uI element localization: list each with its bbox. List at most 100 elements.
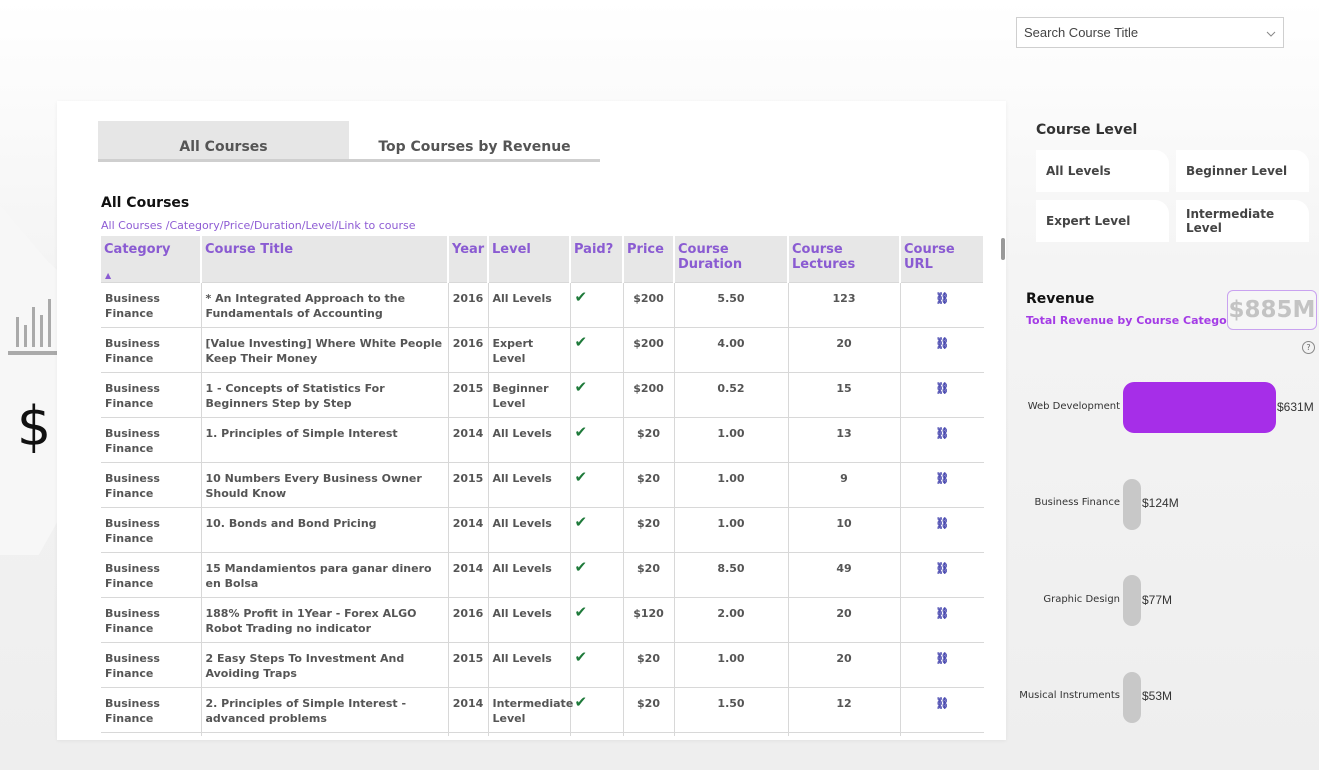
cell-level: All Levels <box>488 642 571 688</box>
column-header-price[interactable]: Price <box>623 236 675 283</box>
cell-category: Business Finance <box>101 732 202 736</box>
column-header-year[interactable]: Year <box>448 236 489 283</box>
column-header-course-title[interactable]: Course Title <box>201 236 449 283</box>
cell-duration: 1.00 <box>674 642 789 688</box>
courses-table-container[interactable]: Category ▲ Course Title Year Level Paid? … <box>101 236 984 736</box>
table-scrollbar[interactable] <box>1001 238 1005 260</box>
cell-level: All Levels <box>488 282 571 328</box>
link-icon[interactable]: ⛓ <box>935 697 949 710</box>
column-header-course-lectures[interactable]: Course Lectures <box>788 236 901 283</box>
cell-year: 2015 <box>448 642 489 688</box>
cell-course-url[interactable]: ⛓ <box>900 597 984 643</box>
cell-level: Beginner Level <box>488 372 571 418</box>
link-icon[interactable]: ⛓ <box>935 517 949 530</box>
link-icon[interactable]: ⛓ <box>935 292 949 305</box>
table-row[interactable]: Business Finance 2. Principles of Simple … <box>101 687 984 733</box>
cell-course-url[interactable]: ⛓ <box>900 552 984 598</box>
revenue-bar[interactable] <box>1123 478 1141 530</box>
link-icon[interactable]: ⛓ <box>935 427 949 440</box>
cell-lectures: 12 <box>788 687 901 733</box>
bar-value-label: $124M <box>1142 496 1179 510</box>
column-header-category[interactable]: Category ▲ <box>101 236 202 283</box>
cell-level: Intermediate Level <box>488 687 573 733</box>
link-icon[interactable]: ⛓ <box>935 562 949 575</box>
cell-year: 2016 <box>448 327 489 373</box>
table-row[interactable]: Business Finance [Value Investing] Where … <box>101 327 984 373</box>
checkmark-icon: ✔ <box>574 423 588 441</box>
revenue-bar[interactable] <box>1123 575 1141 626</box>
link-icon[interactable]: ⛓ <box>935 472 949 485</box>
tab-all-courses[interactable]: All Courses <box>98 121 349 159</box>
cell-paid: ✔ <box>570 327 624 373</box>
tab-bar: All Courses Top Courses by Revenue <box>98 121 600 162</box>
column-header-course-duration[interactable]: Course Duration <box>674 236 789 283</box>
cell-course-url[interactable]: ⛓ <box>900 687 984 733</box>
cell-course-url[interactable]: ⛓ <box>900 732 984 736</box>
column-header-course-url[interactable]: Course URL <box>900 236 984 283</box>
cell-level: All Levels <box>488 597 571 643</box>
tab-top-courses-by-revenue[interactable]: Top Courses by Revenue <box>349 121 600 159</box>
checkmark-icon: ✔ <box>574 558 588 576</box>
level-option-intermediate-level[interactable]: Intermediate Level <box>1176 200 1309 242</box>
cell-category: Business Finance <box>101 597 202 643</box>
cell-course-url[interactable]: ⛓ <box>900 507 984 553</box>
cell-category: Business Finance <box>101 552 202 598</box>
help-icon[interactable]: ? <box>1302 341 1315 354</box>
cell-year: 2016 <box>448 597 489 643</box>
table-header-row: Category ▲ Course Title Year Level Paid? … <box>101 236 984 283</box>
cell-course-url[interactable]: ⛓ <box>900 462 984 508</box>
dollar-icon[interactable]: $ <box>8 394 60 458</box>
cell-course-url[interactable]: ⛓ <box>900 372 984 418</box>
link-icon[interactable]: ⛓ <box>935 652 949 665</box>
bar-category-label: Business Finance <box>1034 497 1120 508</box>
table-row[interactable]: Business Finance 1 - Concepts of Statisti… <box>101 372 984 418</box>
revenue-bar[interactable] <box>1123 671 1141 723</box>
cell-price: $200 <box>623 282 675 328</box>
cell-year: 2014 <box>448 417 489 463</box>
table-title: All Courses <box>101 195 190 211</box>
table-body: Business Finance * An Integrated Approach… <box>101 282 984 736</box>
table-row[interactable]: Business Finance 2 Easy Steps To Investme… <box>101 642 984 688</box>
cell-course-url[interactable]: ⛓ <box>900 417 984 463</box>
cell-category: Business Finance <box>101 282 202 328</box>
table-row[interactable]: Business Finance 10. Bonds and Bond Prici… <box>101 507 984 553</box>
cell-paid: ✔ <box>570 282 624 328</box>
checkmark-icon: ✔ <box>574 513 588 531</box>
table-row[interactable]: Business Finance 1. Principles of Simple … <box>101 417 984 463</box>
cell-course-url[interactable]: ⛓ <box>900 642 984 688</box>
level-option-beginner-level[interactable]: Beginner Level <box>1176 150 1309 192</box>
level-option-expert-level[interactable]: Expert Level <box>1036 200 1169 242</box>
table-row[interactable]: Business Finance * An Integrated Approach… <box>101 282 984 328</box>
cell-category: Business Finance <box>101 462 202 508</box>
cell-year: 2014 <box>448 507 489 553</box>
revenue-title: Revenue <box>1026 291 1095 307</box>
level-option-all-levels[interactable]: All Levels <box>1036 150 1169 192</box>
total-revenue-kpi: $885M <box>1227 290 1317 330</box>
table-row[interactable]: Business Finance 188% Profit in 1Year - F… <box>101 597 984 643</box>
link-icon[interactable]: ⛓ <box>935 337 949 350</box>
checkmark-icon: ✔ <box>574 648 588 666</box>
revenue-bar[interactable] <box>1123 382 1276 433</box>
cell-level: All Levels <box>488 507 571 553</box>
cell-course-title: 2 Easy Steps To Investment And Avoiding … <box>201 642 449 688</box>
table-row[interactable]: Business Finance 15 Mandamientos para gan… <box>101 552 984 598</box>
cell-level: All Levels <box>488 417 571 463</box>
cell-course-title: 10. Bonds and Bond Pricing <box>201 507 449 553</box>
column-header-level[interactable]: Level <box>488 236 571 283</box>
link-icon[interactable]: ⛓ <box>935 382 949 395</box>
cell-year: 2016 <box>448 282 489 328</box>
cell-lectures: 20 <box>788 642 901 688</box>
cell-paid: ✔ <box>570 417 624 463</box>
table-row[interactable]: Business Finance 10 Numbers Every Busines… <box>101 462 984 508</box>
search-course-dropdown[interactable]: Search Course Title <box>1016 17 1284 48</box>
cell-course-url[interactable]: ⛓ <box>900 282 984 328</box>
sort-ascending-icon: ▲ <box>105 271 112 280</box>
cell-paid: ✔ <box>570 732 624 736</box>
column-header-paid[interactable]: Paid? <box>570 236 624 283</box>
table-row[interactable]: Business Finance3 documentos clave para … <box>101 732 984 736</box>
link-icon[interactable]: ⛓ <box>935 607 949 620</box>
cell-course-title: 15 Mandamientos para ganar dinero en Bol… <box>201 552 449 598</box>
cell-paid: ✔ <box>570 372 624 418</box>
bar-chart-icon[interactable] <box>8 295 60 357</box>
cell-course-url[interactable]: ⛓ <box>900 327 984 373</box>
